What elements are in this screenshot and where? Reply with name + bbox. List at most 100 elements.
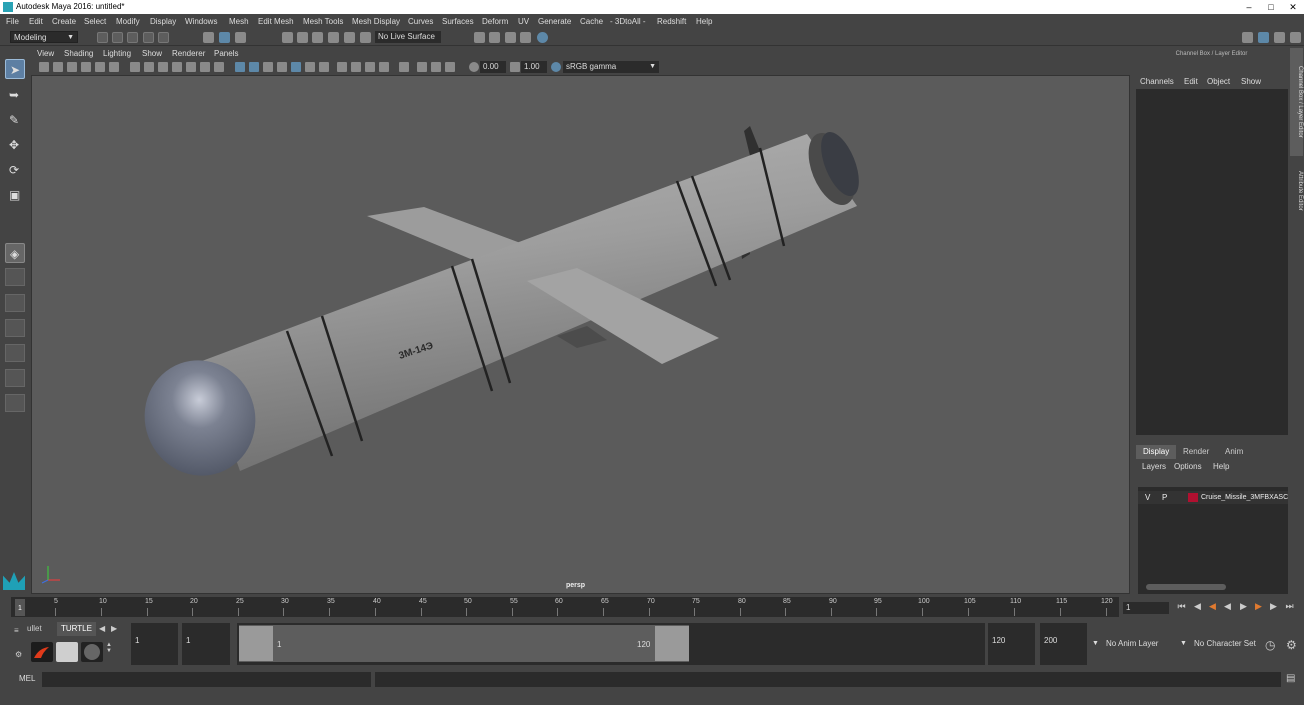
live-surface-field[interactable]: No Live Surface <box>375 31 441 43</box>
snap-point-icon[interactable] <box>312 32 323 43</box>
isolate-select-icon[interactable] <box>399 62 409 72</box>
shelf-tab-bullet[interactable]: ullet <box>23 622 46 636</box>
lasso-tool[interactable]: ➥ <box>5 85 25 105</box>
new-scene-icon[interactable] <box>97 32 108 43</box>
channel-list[interactable] <box>1136 89 1288 435</box>
menu-mesh[interactable]: Mesh <box>229 17 249 26</box>
default-lighting-icon[interactable] <box>263 62 273 72</box>
exposure-icon[interactable] <box>469 62 479 72</box>
maximize-icon[interactable]: □ <box>1260 0 1282 14</box>
go-to-start-icon[interactable]: ⏮ <box>1176 601 1187 612</box>
range-start-handle[interactable] <box>239 626 273 661</box>
tab-anim[interactable]: Anim <box>1218 445 1250 459</box>
command-input[interactable] <box>42 672 371 687</box>
menu-edit-mesh[interactable]: Edit Mesh <box>258 17 294 26</box>
layer-color-swatch[interactable] <box>1188 493 1198 502</box>
shelf-settings-icon[interactable]: ⚙ <box>15 650 22 659</box>
safe-action-icon[interactable] <box>200 62 210 72</box>
step-forward-key-icon[interactable]: ▶ <box>1253 601 1264 612</box>
select-hierarchy-icon[interactable] <box>203 32 214 43</box>
vp-menu-lighting[interactable]: Lighting <box>103 49 131 58</box>
resolution-gate-icon[interactable] <box>158 62 168 72</box>
gamma-field[interactable]: 1.00 <box>521 61 547 73</box>
side-tab-attribute-editor[interactable]: Attribute Editor <box>1290 160 1303 222</box>
make-live-icon[interactable] <box>360 32 371 43</box>
hypershade-icon[interactable] <box>537 32 548 43</box>
undo-icon[interactable] <box>143 32 154 43</box>
menu-deform[interactable]: Deform <box>482 17 508 26</box>
perspective-viewport[interactable]: 3M-14Э persp <box>31 75 1130 594</box>
vp-menu-panels[interactable]: Panels <box>214 49 238 58</box>
image-plane-icon[interactable] <box>81 62 91 72</box>
scale-tool[interactable]: ▣ <box>5 185 25 205</box>
camera-select-icon[interactable] <box>39 62 49 72</box>
field-chart-icon[interactable] <box>186 62 196 72</box>
xray-active-icon[interactable] <box>431 62 441 72</box>
backface-cull-icon[interactable] <box>445 62 455 72</box>
shelf-menu-icon[interactable]: ≡ <box>14 626 19 635</box>
menu-windows[interactable]: Windows <box>185 17 217 26</box>
select-tool[interactable]: ➤ <box>5 59 25 79</box>
snap-projected-icon[interactable] <box>328 32 339 43</box>
render-view-icon[interactable] <box>474 32 485 43</box>
textured-icon[interactable] <box>277 62 287 72</box>
save-scene-icon[interactable] <box>127 32 138 43</box>
layout-panel-icon[interactable] <box>1290 32 1301 43</box>
cb-menu-edit[interactable]: Edit <box>1184 77 1198 86</box>
menu-modify[interactable]: Modify <box>116 17 140 26</box>
layout-graph-icon[interactable] <box>5 369 25 387</box>
menu-create[interactable]: Create <box>52 17 76 26</box>
cb-menu-show[interactable]: Show <box>1241 77 1261 86</box>
step-forward-frame-icon[interactable]: ▶ <box>1268 601 1279 612</box>
layer-menu-layers[interactable]: Layers <box>1142 462 1166 471</box>
menu-3dtoall[interactable]: - 3DtoAll - <box>610 17 646 26</box>
vp-menu-show[interactable]: Show <box>142 49 162 58</box>
layer-scrollbar[interactable] <box>1146 584 1226 590</box>
snap-grid-icon[interactable] <box>282 32 293 43</box>
go-to-end-icon[interactable]: ⏭ <box>1284 601 1295 612</box>
layer-visibility-toggle[interactable]: V <box>1145 491 1150 504</box>
layer-playback-toggle[interactable]: P <box>1162 491 1167 504</box>
script-language-label[interactable]: MEL <box>19 674 35 683</box>
layer-menu-options[interactable]: Options <box>1174 462 1202 471</box>
layout-three-view-icon[interactable] <box>5 344 25 362</box>
rotate-tool[interactable]: ⟳ <box>5 160 25 180</box>
bookmark-icon[interactable] <box>67 62 77 72</box>
menu-file[interactable]: File <box>6 17 19 26</box>
color-management-icon[interactable] <box>551 62 561 72</box>
last-tool[interactable]: ◈ <box>5 243 25 263</box>
current-frame-marker[interactable]: 1 <box>15 599 25 616</box>
vp-menu-renderer[interactable]: Renderer <box>172 49 205 58</box>
anim-layer-dropdown[interactable]: ▼ No Anim Layer <box>1092 624 1176 664</box>
layer-menu-help[interactable]: Help <box>1213 462 1229 471</box>
shelf-tab-turtle[interactable]: TURTLE <box>57 622 96 636</box>
camera-attributes-icon[interactable] <box>53 62 63 72</box>
shelf-scroll-right-icon[interactable]: ▶ <box>107 622 121 636</box>
range-slider[interactable]: 1 120 <box>239 625 689 662</box>
redo-icon[interactable] <box>158 32 169 43</box>
snap-curve-icon[interactable] <box>297 32 308 43</box>
time-slider[interactable]: 1 5 10 15 20 25 30 35 40 45 50 55 60 65 … <box>11 597 1119 617</box>
open-scene-icon[interactable] <box>112 32 123 43</box>
auto-key-icon[interactable]: ◷ <box>1265 638 1275 652</box>
playback-end-field[interactable]: 120 <box>988 623 1035 665</box>
shelf-scroll-icon[interactable]: ▲ ▼ <box>106 642 112 654</box>
animation-end-field[interactable]: 200 <box>1040 623 1087 665</box>
menu-set-dropdown[interactable]: Modeling ▼ <box>10 31 78 43</box>
grease-pencil-icon[interactable] <box>109 62 119 72</box>
menu-mesh-tools[interactable]: Mesh Tools <box>303 17 343 26</box>
layer-row[interactable]: V P Cruise_Missile_3MFBXASC <box>1138 491 1288 504</box>
menu-help[interactable]: Help <box>696 17 712 26</box>
menu-redshift[interactable]: Redshift <box>657 17 686 26</box>
cb-menu-channels[interactable]: Channels <box>1140 77 1174 86</box>
gamma-icon[interactable] <box>510 62 520 72</box>
side-tab-channel-box[interactable]: Channel Box / Layer Editor <box>1290 48 1303 156</box>
use-all-lights-icon[interactable] <box>305 62 315 72</box>
layout-outliner-icon[interactable] <box>5 319 25 337</box>
xray-joints-icon[interactable] <box>417 62 427 72</box>
character-set-dropdown[interactable]: ▼ No Character Set <box>1180 624 1262 664</box>
depth-of-field-icon[interactable] <box>379 62 389 72</box>
current-frame-field[interactable]: 1 <box>1123 602 1169 614</box>
play-backwards-icon[interactable]: ◀ <box>1222 601 1233 612</box>
menu-display[interactable]: Display <box>150 17 176 26</box>
